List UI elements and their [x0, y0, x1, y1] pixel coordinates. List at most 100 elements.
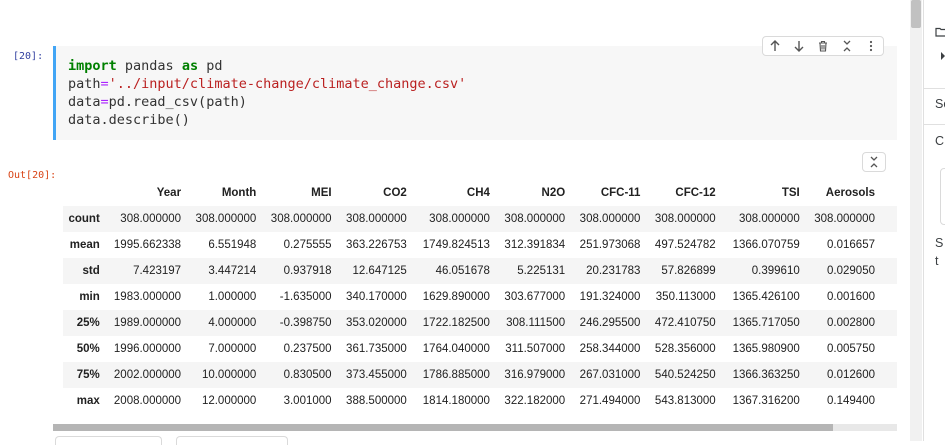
side-panel-text: S — [935, 236, 944, 250]
table-cell: 0.830500 — [283, 369, 332, 381]
table-cell: 1996.000000 — [113, 343, 182, 355]
vertical-scrollbar-thumb[interactable] — [911, 0, 921, 28]
table-cell: 7.423197 — [133, 265, 182, 277]
table-cell: 308.000000 — [738, 213, 800, 225]
table-cell: 472.410750 — [654, 317, 716, 329]
table-cell — [878, 362, 897, 388]
code-cell-input[interactable]: import pandas as pd path='../input/clima… — [53, 46, 897, 140]
table-cell: 2008.000000 — [113, 395, 182, 407]
column-header: CFC-12 — [675, 187, 716, 199]
table-cell: 1814.180000 — [422, 395, 490, 407]
column-header — [878, 180, 897, 206]
table-cell: 7.000000 — [208, 343, 257, 355]
code-token: '../input/climate-change/climate_change.… — [108, 76, 467, 92]
table-row: 50% 1996.000000 7.000000 0.237500 361.735000… — [63, 336, 897, 362]
table-row: 75% 2002.000000 10.000000 0.830500 373.45500… — [63, 362, 897, 388]
expand-icon — [941, 52, 945, 60]
table-cell: 0.237500 — [283, 343, 332, 355]
table-cell: 12.647125 — [352, 265, 407, 277]
column-header: CO2 — [383, 187, 407, 199]
side-panel-text: t — [935, 254, 939, 268]
collapse-cell-button[interactable] — [837, 37, 857, 55]
table-cell: 0.001600 — [827, 291, 875, 303]
table-cell: 3.001000 — [283, 395, 332, 407]
table-cell: 0.005750 — [827, 343, 875, 355]
horizontal-scrollbar[interactable] — [53, 424, 897, 431]
table-header-row: Year Month MEI CO2 CH4 N2O CFC-11 CFC-12 TSI Aero… — [63, 180, 897, 206]
vertical-scrollbar[interactable] — [910, 0, 922, 441]
table-cell — [878, 284, 897, 310]
code-token: pandas — [116, 58, 182, 74]
code-token: import — [68, 58, 117, 74]
table-cell: 0.149400 — [827, 395, 875, 407]
code-token: data — [68, 94, 101, 110]
side-panel: Se C S t — [923, 0, 945, 441]
table-cell: 308.000000 — [270, 213, 332, 225]
table-cell: 1365.717050 — [732, 317, 800, 329]
column-header: Aerosols — [825, 187, 875, 199]
side-panel-label: Se — [935, 97, 945, 111]
table-row: min 1983.000000 1.000000 -1.635000 340.17000… — [63, 284, 897, 310]
table-cell: 1366.363250 — [732, 369, 800, 381]
column-header: MEI — [311, 187, 332, 199]
table-cell: 543.813000 — [654, 395, 716, 407]
table-cell: 1749.824513 — [422, 239, 490, 251]
row-label: count — [68, 213, 100, 225]
table-cell: 3.447214 — [208, 265, 257, 277]
code-token: path — [68, 76, 101, 92]
column-header: TSI — [781, 187, 800, 199]
more-options-button[interactable] — [861, 37, 881, 55]
table-row: mean 1995.662338 6.551948 0.275555 363.22675… — [63, 232, 897, 258]
table-cell: 191.324000 — [579, 291, 641, 303]
delete-cell-button[interactable] — [813, 37, 833, 55]
table-cell: 497.524782 — [654, 239, 716, 251]
table-cell: 361.735000 — [346, 343, 407, 355]
code-token: pd — [198, 58, 223, 74]
row-label: max — [76, 395, 100, 407]
row-label: 75% — [76, 369, 100, 381]
code-token: = — [100, 94, 109, 110]
move-cell-up-button[interactable] — [765, 37, 785, 55]
table-cell: 353.020000 — [346, 317, 407, 329]
table-cell: 4.000000 — [208, 317, 257, 329]
table-cell: 2002.000000 — [113, 369, 182, 381]
table-cell: 308.000000 — [429, 213, 490, 225]
table-cell: 312.391834 — [504, 239, 566, 251]
code-token: as — [181, 58, 199, 74]
horizontal-scrollbar-thumb[interactable] — [53, 424, 833, 431]
code-editor[interactable]: import pandas as pd path='../input/clima… — [68, 57, 466, 129]
arrow-up-icon — [770, 40, 780, 51]
collapse-output-button[interactable] — [862, 152, 886, 172]
table-cell: 12.000000 — [201, 395, 257, 407]
table-cell: -1.635000 — [279, 291, 332, 303]
table-cell: 308.000000 — [120, 213, 182, 225]
table-cell — [878, 206, 897, 232]
divider — [924, 124, 945, 125]
code-line: path='../input/climate-change/climate_ch… — [68, 76, 466, 92]
table-cell: 1366.070759 — [732, 239, 800, 251]
table-cell: 0.016657 — [827, 239, 875, 251]
code-token: pd.read_csv(path) — [108, 94, 247, 110]
table-cell — [878, 232, 897, 258]
table-cell: 1367.316200 — [732, 395, 800, 407]
table-cell: 20.231783 — [586, 265, 641, 277]
table-cell: 1365.980900 — [732, 343, 800, 355]
column-header: CFC-11 — [600, 187, 641, 199]
table-cell: 528.356000 — [654, 343, 716, 355]
collapse-icon — [843, 40, 851, 52]
more-vert-icon — [869, 40, 873, 52]
arrow-down-icon — [794, 41, 804, 52]
divider — [924, 88, 945, 89]
table-cell: 0.002800 — [827, 317, 875, 329]
table-row: max 2008.000000 12.000000 3.001000 388.50000… — [63, 388, 897, 414]
code-token: = — [100, 76, 109, 92]
side-panel-field[interactable] — [940, 168, 945, 225]
output-prompt: Out[20]: — [8, 170, 57, 181]
table-cell: 1764.040000 — [422, 343, 490, 355]
code-line: data=pd.read_csv(path) — [68, 94, 247, 110]
move-cell-down-button[interactable] — [789, 37, 809, 55]
table-cell — [878, 258, 897, 284]
table-cell: 373.455000 — [346, 369, 407, 381]
table-cell: 311.507000 — [505, 343, 566, 355]
table-cell: 340.170000 — [346, 291, 407, 303]
